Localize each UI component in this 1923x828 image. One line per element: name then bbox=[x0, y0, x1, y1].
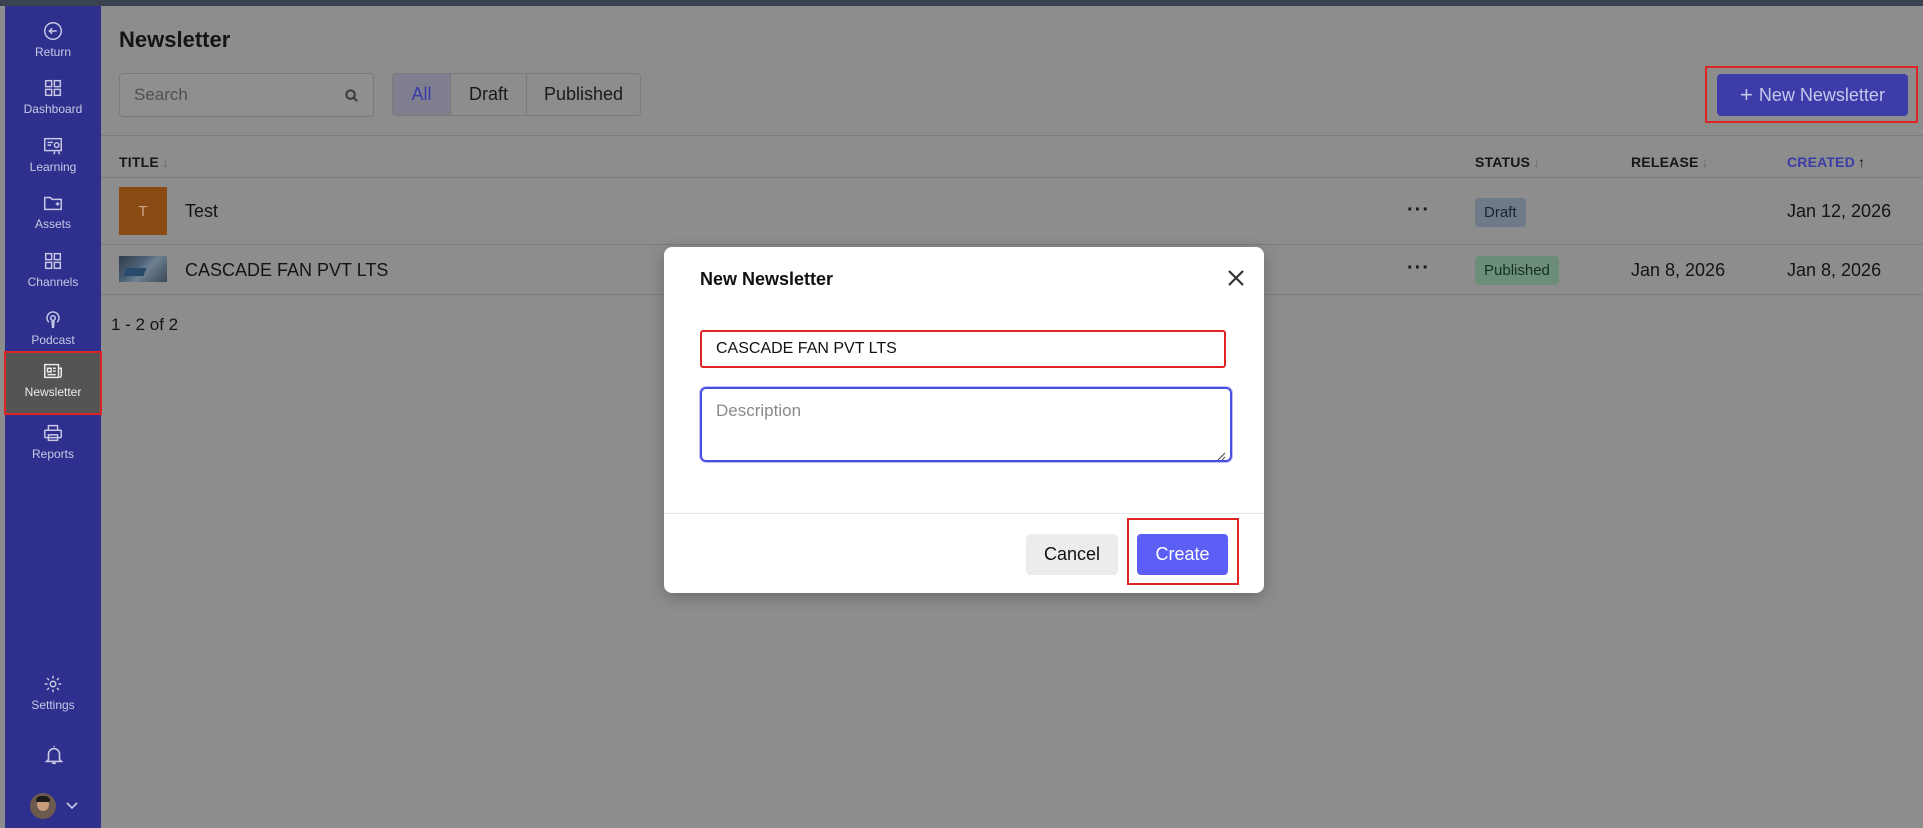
description-placeholder: Description bbox=[716, 401, 802, 420]
new-newsletter-dialog: New Newsletter CASCADE FAN PVT LTS Descr… bbox=[664, 247, 1264, 593]
new-newsletter-label: New Newsletter bbox=[1758, 84, 1885, 105]
pagination-info: 1 - 2 of 2 bbox=[111, 315, 179, 334]
row-divider bbox=[101, 244, 1923, 245]
avatar[interactable] bbox=[30, 793, 56, 819]
sidebar-item-label: Assets bbox=[34, 217, 71, 231]
row-thumbnail-image bbox=[119, 256, 167, 282]
sidebar-item-learning[interactable]: Learning bbox=[5, 127, 101, 183]
podcast-icon bbox=[46, 311, 60, 328]
row-title[interactable]: CASCADE FAN PVT LTS bbox=[185, 260, 388, 281]
column-header-title-label: TITLE bbox=[119, 154, 159, 170]
tab-published[interactable]: Published bbox=[527, 74, 640, 115]
reports-icon bbox=[44, 424, 62, 442]
table-header-divider bbox=[101, 177, 1923, 178]
status-badge: Published bbox=[1475, 256, 1559, 285]
resize-handle-icon[interactable] bbox=[1216, 446, 1226, 461]
tab-draft[interactable]: Draft bbox=[451, 74, 527, 115]
sidebar-item-label: Podcast bbox=[31, 333, 75, 347]
assets-icon bbox=[44, 196, 62, 211]
row-created: Jan 12, 2026 bbox=[1787, 201, 1892, 221]
notifications-bell-icon[interactable] bbox=[43, 743, 65, 767]
sidebar-item-label: Settings bbox=[31, 698, 75, 712]
channels-icon bbox=[44, 252, 62, 270]
search-placeholder: Search bbox=[134, 85, 188, 104]
row-created: Jan 8, 2026 bbox=[1787, 260, 1882, 280]
chevron-down-icon[interactable] bbox=[65, 799, 79, 811]
dialog-title: New Newsletter bbox=[700, 269, 834, 289]
sidebar-item-assets[interactable]: Assets bbox=[5, 184, 101, 240]
search-icon bbox=[345, 88, 358, 102]
row-release: Jan 8, 2026 bbox=[1631, 260, 1726, 280]
column-header-status-label: STATUS bbox=[1475, 154, 1531, 170]
newsletter-icon bbox=[44, 363, 62, 379]
row-title[interactable]: Test bbox=[185, 201, 218, 222]
newsletter-title-input[interactable]: CASCADE FAN PVT LTS bbox=[700, 330, 1226, 368]
close-icon[interactable] bbox=[1226, 268, 1246, 288]
sidebar-item-label: Newsletter bbox=[24, 385, 82, 399]
sidebar-item-podcast[interactable]: Podcast bbox=[5, 300, 101, 356]
more-options-icon[interactable]: ··· bbox=[1407, 200, 1430, 220]
sidebar-item-return[interactable]: Return bbox=[5, 12, 101, 68]
column-header-release[interactable]: RELEASE ↓ bbox=[1631, 154, 1709, 170]
sidebar-item-dashboard[interactable]: Dashboard bbox=[5, 69, 101, 125]
new-newsletter-button[interactable]: + New Newsletter bbox=[1717, 74, 1908, 116]
sort-arrow-icon: ↓ bbox=[1701, 154, 1709, 170]
status-badge: Draft bbox=[1475, 198, 1526, 227]
cancel-button[interactable]: Cancel bbox=[1026, 534, 1118, 575]
learning-icon bbox=[44, 137, 62, 155]
sidebar-item-label: Return bbox=[34, 45, 72, 59]
column-header-release-label: RELEASE bbox=[1631, 154, 1699, 170]
sidebar-item-channels[interactable]: Channels bbox=[5, 242, 101, 298]
return-icon bbox=[44, 22, 62, 40]
status-filter-tabs: All Draft Published bbox=[392, 73, 641, 116]
header-divider bbox=[101, 135, 1923, 136]
row-thumbnail: T bbox=[119, 187, 167, 235]
sidebar-item-label: Learning bbox=[29, 160, 77, 174]
column-header-status[interactable]: STATUS ↓ bbox=[1475, 154, 1540, 170]
search-input[interactable]: Search bbox=[119, 73, 374, 117]
plus-icon: + bbox=[1740, 82, 1753, 107]
avatar-hair bbox=[36, 796, 50, 802]
sidebar: Return Dashboard Learning Assets Channel… bbox=[4, 6, 102, 828]
sort-arrow-icon: ↓ bbox=[161, 154, 170, 170]
create-button[interactable]: Create bbox=[1137, 534, 1228, 575]
dialog-footer-divider bbox=[664, 513, 1264, 514]
column-header-title[interactable]: TITLE ↓ bbox=[119, 154, 169, 170]
column-header-created[interactable]: CREATED ↑ bbox=[1787, 154, 1865, 170]
column-header-created-label: CREATED bbox=[1787, 154, 1856, 170]
sidebar-item-newsletter[interactable]: Newsletter bbox=[4, 351, 102, 415]
sidebar-item-label: Dashboard bbox=[23, 102, 83, 116]
sort-arrow-icon: ↓ bbox=[1533, 154, 1541, 170]
dashboard-icon bbox=[44, 79, 62, 97]
tab-all[interactable]: All bbox=[393, 74, 451, 115]
sidebar-item-label: Reports bbox=[31, 447, 75, 461]
gear-icon bbox=[44, 675, 62, 693]
page-title: Newsletter bbox=[119, 27, 231, 52]
description-textarea[interactable]: Description bbox=[700, 387, 1232, 462]
sidebar-item-label: Channels bbox=[27, 275, 79, 289]
sidebar-item-reports[interactable]: Reports bbox=[5, 414, 101, 470]
more-options-icon[interactable]: ··· bbox=[1407, 258, 1430, 278]
sidebar-item-settings[interactable]: Settings bbox=[5, 665, 101, 721]
sort-arrow-up-icon: ↑ bbox=[1858, 154, 1866, 170]
